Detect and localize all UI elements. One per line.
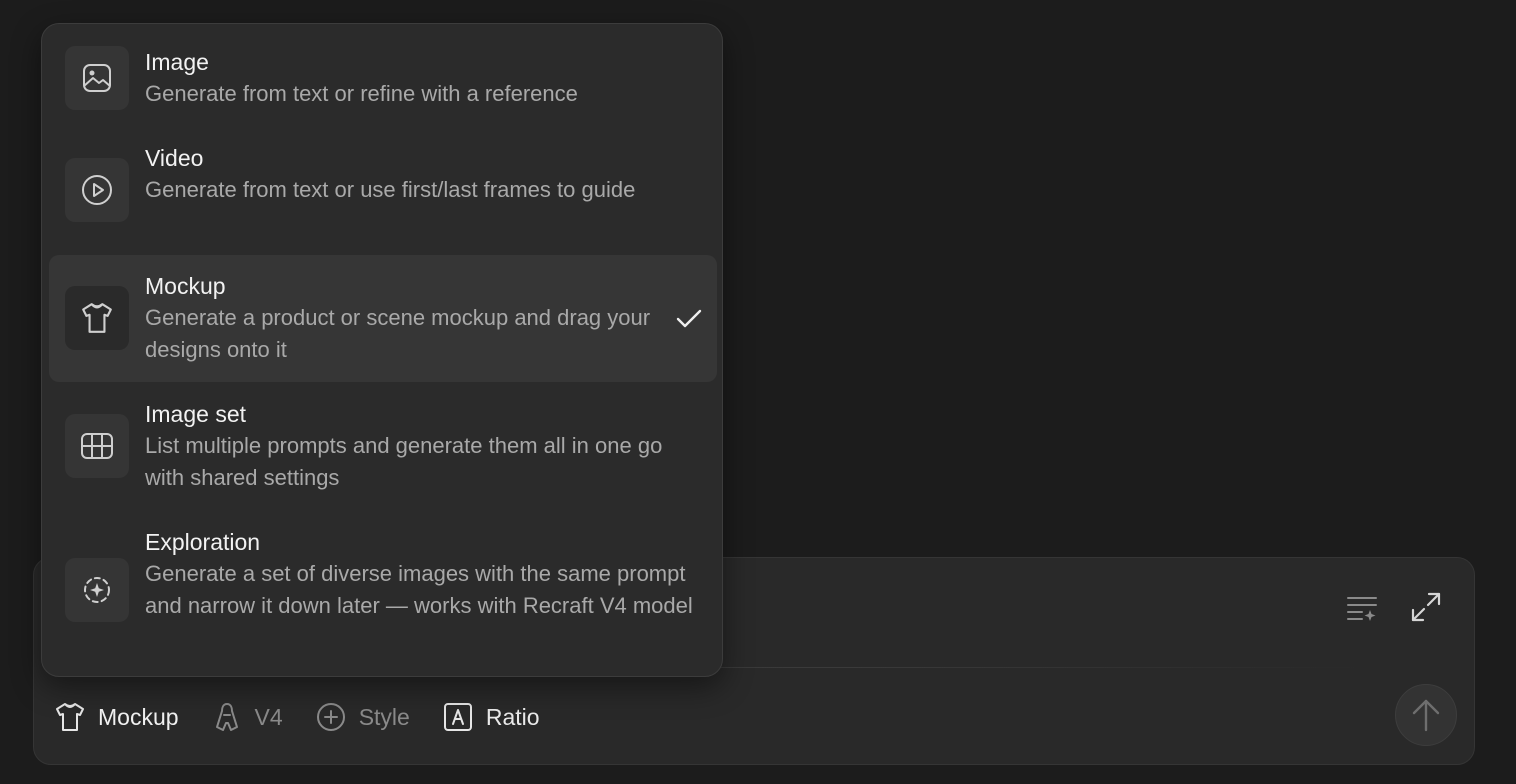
add-circle-icon bbox=[316, 703, 345, 731]
menu-item-icon-box bbox=[65, 414, 129, 478]
grid-icon bbox=[81, 433, 113, 459]
ratio-label: Ratio bbox=[485, 703, 540, 730]
tshirt-icon bbox=[82, 303, 112, 333]
menu-item-icon-box bbox=[65, 286, 129, 350]
mode-dropdown-menu: Image Generate from text or refine with … bbox=[41, 23, 723, 677]
play-circle-icon bbox=[82, 175, 112, 205]
model-selector-button[interactable]: V4 bbox=[211, 701, 283, 733]
menu-item-title: Image set bbox=[145, 401, 246, 427]
menu-item-description: Generate from text or refine with a refe… bbox=[145, 81, 578, 106]
composer-toolbar: Mockup V4 Style Ratio bbox=[54, 698, 572, 736]
menu-item-video[interactable]: Video Generate from text or use first/la… bbox=[49, 134, 717, 254]
tshirt-icon bbox=[56, 703, 84, 731]
menu-item-title: Image bbox=[145, 49, 209, 75]
menu-item-icon-box bbox=[65, 46, 129, 110]
arrow-up-icon bbox=[1412, 699, 1440, 732]
menu-item-exploration[interactable]: Exploration Generate a set of diverse im… bbox=[49, 511, 717, 666]
menu-item-image-set[interactable]: Image set List multiple prompts and gene… bbox=[49, 383, 717, 511]
enhance-prompt-button[interactable] bbox=[1345, 590, 1379, 624]
menu-item-title: Mockup bbox=[145, 273, 226, 299]
menu-item-description: Generate a set of diverse images with th… bbox=[145, 561, 693, 618]
menu-item-title: Exploration bbox=[145, 529, 261, 555]
menu-item-icon-box bbox=[65, 558, 129, 622]
enhance-prompt-icon bbox=[1347, 597, 1377, 621]
selected-check-icon bbox=[675, 305, 703, 333]
model-label: V4 bbox=[254, 703, 283, 730]
expand-button[interactable] bbox=[1409, 590, 1443, 624]
style-selector-button[interactable]: Style bbox=[315, 701, 410, 733]
ratio-icon bbox=[443, 703, 472, 731]
menu-item-description: List multiple prompts and generate them … bbox=[145, 433, 663, 490]
menu-item-title: Video bbox=[145, 145, 204, 171]
menu-item-icon-box bbox=[65, 158, 129, 222]
menu-item-image[interactable]: Image Generate from text or refine with … bbox=[49, 38, 717, 134]
style-label: Style bbox=[358, 703, 410, 730]
menu-item-description: Generate a product or scene mockup and d… bbox=[145, 305, 651, 362]
mode-label: Mockup bbox=[98, 703, 179, 730]
ratio-selector-button[interactable]: Ratio bbox=[442, 701, 540, 733]
app-stage: Mockup V4 Style Ratio Image Generate fro… bbox=[0, 0, 1516, 784]
mode-selector-button[interactable]: Mockup bbox=[54, 701, 179, 733]
menu-item-description: Generate from text or use first/last fra… bbox=[145, 177, 636, 202]
image-icon bbox=[83, 64, 111, 92]
menu-item-mockup[interactable]: Mockup Generate a product or scene mocku… bbox=[49, 255, 717, 382]
model-icon bbox=[215, 703, 238, 731]
expand-icon bbox=[1411, 592, 1441, 622]
sparkle-focus-icon bbox=[84, 577, 110, 603]
send-button[interactable] bbox=[1395, 684, 1457, 746]
